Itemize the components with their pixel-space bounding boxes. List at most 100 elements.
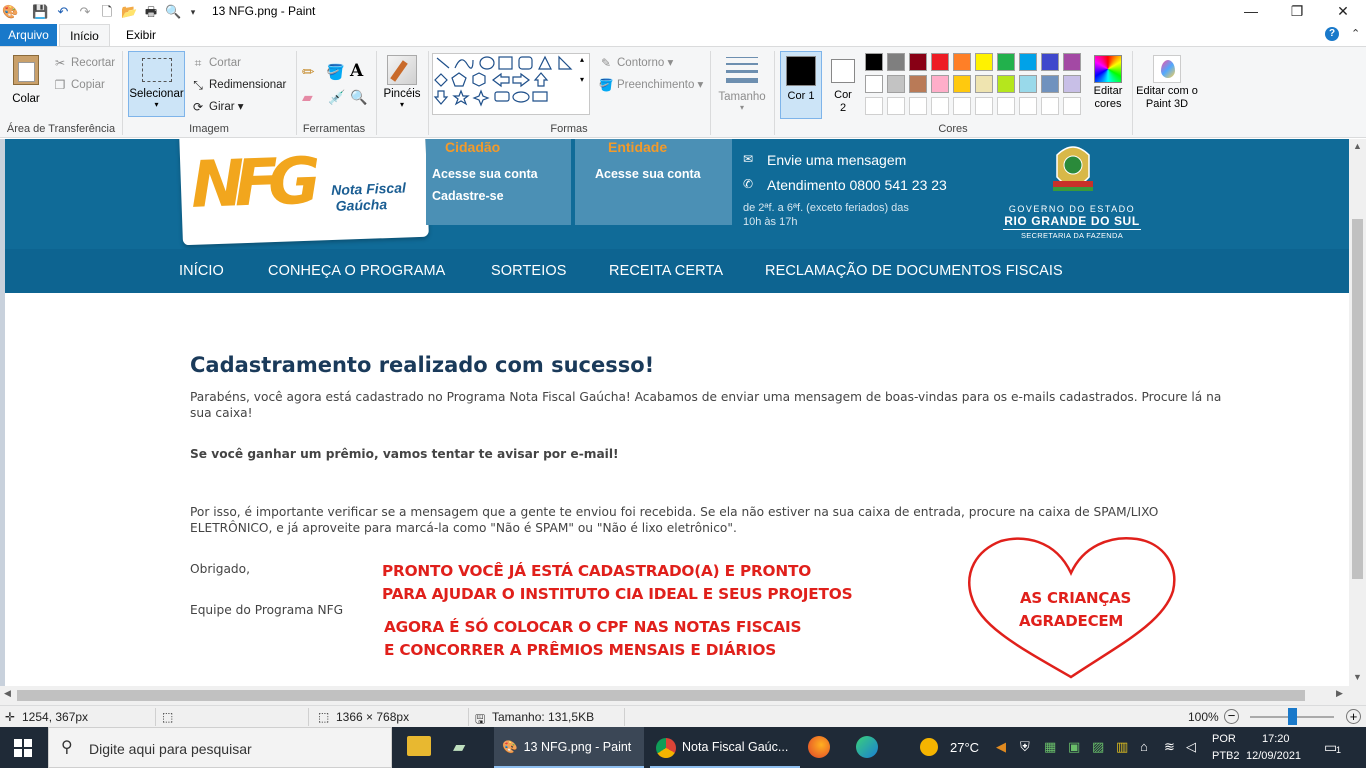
cidadao-signup-link[interactable]: Cadastre-se (432, 189, 504, 203)
nav-reclamacao[interactable]: RECLAMAÇÃO DE DOCUMENTOS FISCAIS (765, 263, 1063, 279)
palette-swatch[interactable] (931, 75, 949, 93)
undo-icon[interactable]: ↶ (55, 4, 71, 20)
horizontal-scroll-thumb[interactable] (17, 690, 1305, 701)
tab-arquivo[interactable]: Arquivo (0, 24, 57, 46)
palette-swatch[interactable] (909, 75, 927, 93)
file-explorer-icon[interactable] (407, 736, 431, 756)
tab-exibir[interactable]: Exibir (116, 24, 166, 46)
brushes-button[interactable]: Pincéis ▾ (380, 53, 424, 119)
palette-swatch-empty[interactable] (909, 97, 927, 115)
palette-swatch-empty[interactable] (1041, 97, 1059, 115)
tray-app4-icon[interactable]: ▥ (1116, 739, 1128, 755)
scroll-right-icon[interactable]: ▶ (1336, 688, 1343, 699)
palette-swatch[interactable] (953, 53, 971, 71)
open-file-icon[interactable]: 📂 (121, 4, 137, 20)
scroll-left-icon[interactable]: ◀ (4, 688, 11, 699)
palette-swatch[interactable] (1063, 53, 1081, 71)
fill-bucket-icon[interactable]: 🪣 (326, 63, 345, 81)
tab-inicio[interactable]: Início (59, 24, 110, 46)
palette-swatch-empty[interactable] (975, 97, 993, 115)
weather-sun-icon[interactable] (920, 738, 938, 756)
save-icon[interactable]: 💾 (32, 4, 48, 20)
palette-swatch[interactable] (1019, 53, 1037, 71)
palette-swatch[interactable] (887, 75, 905, 93)
shapes-gallery[interactable] (432, 53, 590, 115)
palette-swatch[interactable] (1041, 75, 1059, 93)
minimize-button[interactable]: — (1228, 0, 1274, 24)
rotate-button[interactable]: ⟳ Girar ▾ (190, 99, 244, 115)
zoom-out-button[interactable]: − (1224, 709, 1239, 724)
palette-swatch[interactable] (1019, 75, 1037, 93)
palette-swatch[interactable] (997, 53, 1015, 71)
taskbar-search-box[interactable]: ⚲ Digite aqui para pesquisar (48, 727, 392, 768)
zoom-in-button[interactable]: + (1346, 709, 1361, 724)
paste-button[interactable]: Colar (8, 53, 44, 113)
wifi-icon[interactable]: ≋ (1164, 739, 1175, 755)
crop-button[interactable]: ⌗ Cortar (190, 55, 241, 71)
taskbar-app-paint[interactable]: 🎨 13 NFG.png - Paint (494, 727, 644, 768)
palette-swatch[interactable] (887, 53, 905, 71)
edge-icon[interactable] (856, 736, 878, 758)
text-tool-icon[interactable]: A (350, 61, 363, 81)
palette-swatch[interactable] (975, 53, 993, 71)
windows-start-icon[interactable] (14, 739, 32, 757)
vertical-scroll-thumb[interactable] (1352, 219, 1363, 579)
palette-swatch-empty[interactable] (953, 97, 971, 115)
language-line2[interactable]: PTB2 (1212, 750, 1240, 762)
collapse-ribbon-icon[interactable]: ⌃ (1351, 27, 1360, 40)
palette-swatch[interactable] (953, 75, 971, 93)
help-icon[interactable]: ? (1325, 27, 1339, 41)
palette-swatch[interactable] (1041, 53, 1059, 71)
nav-receita-certa[interactable]: RECEITA CERTA (609, 263, 723, 279)
print-icon[interactable]: 🖶 (143, 4, 159, 20)
language-line1[interactable]: POR (1212, 733, 1236, 745)
palette-swatch[interactable] (1063, 75, 1081, 93)
temperature[interactable]: 27°C (950, 740, 979, 755)
firefox-icon[interactable] (808, 736, 830, 758)
nav-conheca[interactable]: CONHEÇA O PROGRAMA (268, 263, 445, 279)
paint3d-button[interactable]: Editar com o Paint 3D (1136, 53, 1198, 119)
speaker-icon[interactable]: ◀ (996, 739, 1006, 755)
cut-button[interactable]: ✂ Recortar (52, 55, 115, 71)
maximize-button[interactable]: ❐ (1274, 0, 1320, 24)
copy-button[interactable]: ❐ Copiar (52, 77, 105, 93)
close-button[interactable]: ✕ (1320, 0, 1366, 24)
palette-swatch[interactable] (909, 53, 927, 71)
image-canvas[interactable]: NFG Nota Fiscal Gaúcha Cidadão Acesse su… (5, 139, 1349, 686)
shapes-scroll-down-icon[interactable]: ▾ (580, 75, 584, 84)
redo-icon[interactable]: ↷ (77, 4, 93, 20)
size-button[interactable]: Tamanho ▾ (716, 53, 768, 119)
print-preview-icon[interactable]: 🔍 (165, 4, 181, 20)
nav-inicio[interactable]: INÍCIO (179, 263, 224, 279)
palette-swatch-empty[interactable] (997, 97, 1015, 115)
tray-app3-icon[interactable]: ▨ (1092, 739, 1104, 755)
nav-sorteios[interactable]: SORTEIOS (491, 263, 566, 279)
fill-button[interactable]: 🪣 Preenchimento ▾ (598, 77, 704, 93)
palette-swatch[interactable] (865, 75, 883, 93)
magnifier-icon[interactable]: 🔍 (350, 89, 367, 106)
new-file-icon[interactable]: 🗋 (99, 4, 115, 20)
clock-date[interactable]: 12/09/2021 (1246, 750, 1301, 762)
outline-button[interactable]: ✎ Contorno ▾ (598, 55, 673, 71)
eraser-icon[interactable]: ▰ (302, 89, 313, 106)
color2-button[interactable]: Cor 2 (826, 51, 860, 119)
palette-swatch-empty[interactable] (1063, 97, 1081, 115)
resize-button[interactable]: ⤡ Redimensionar (190, 77, 286, 93)
tray-app2-icon[interactable]: ▣ (1068, 739, 1080, 755)
pencil-icon[interactable]: ✏ (302, 63, 315, 81)
customize-toolbar-icon[interactable]: ▾ (185, 4, 201, 20)
cidadao-login-link[interactable]: Acesse sua conta (432, 167, 538, 181)
send-message-link[interactable]: Envie uma mensagem (767, 152, 906, 168)
palette-swatch-empty[interactable] (931, 97, 949, 115)
scroll-up-icon[interactable]: ▲ (1353, 141, 1362, 151)
palette-swatch[interactable] (975, 75, 993, 93)
palette-swatch-empty[interactable] (887, 97, 905, 115)
edit-colors-button[interactable]: Editar cores (1088, 53, 1128, 119)
palette-swatch-empty[interactable] (1019, 97, 1037, 115)
scroll-down-icon[interactable]: ▼ (1353, 672, 1362, 682)
palette-swatch-empty[interactable] (865, 97, 883, 115)
color-picker-icon[interactable]: 💉 (328, 89, 345, 106)
color1-button[interactable]: Cor 1 (780, 51, 822, 119)
palette-swatch[interactable] (931, 53, 949, 71)
pinned-app-icon[interactable]: ▰ (453, 737, 465, 757)
